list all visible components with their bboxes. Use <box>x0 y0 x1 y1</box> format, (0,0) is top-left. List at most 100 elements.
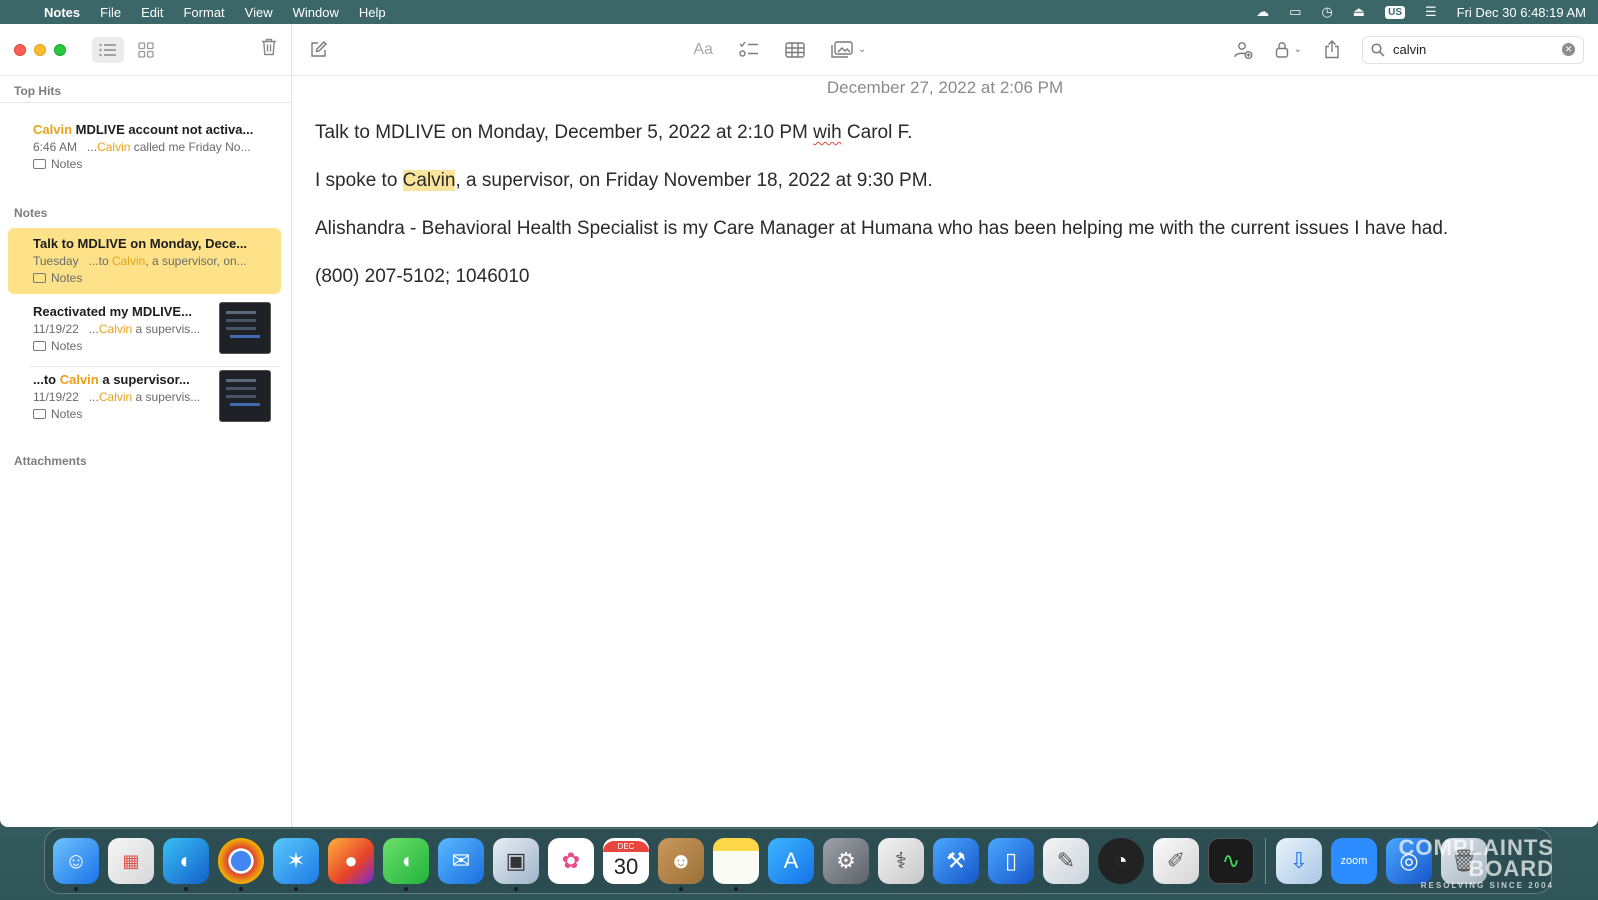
list-view-icon <box>99 43 116 56</box>
collaborate-button[interactable] <box>1233 41 1253 59</box>
new-note-button[interactable] <box>310 41 327 58</box>
display-icon[interactable]: ▭ <box>1289 4 1301 20</box>
eject-icon[interactable]: ⏏ <box>1353 4 1365 20</box>
section-top-hits: Top Hits <box>14 84 62 98</box>
zoom-icon[interactable]: zoom <box>1331 838 1377 884</box>
note-title: ...to Calvin a supervisor... <box>33 372 203 387</box>
search-field[interactable]: ✕ <box>1361 35 1584 64</box>
note-text: Carol F. <box>841 122 913 143</box>
close-window-button[interactable] <box>14 43 26 56</box>
messages-icon[interactable]: ◖ <box>383 838 429 891</box>
running-indicator <box>404 887 408 891</box>
time-machine-icon[interactable]: ◷ <box>1321 4 1332 20</box>
note-meta: 11/19/22 ...Calvin a supervis... <box>33 322 203 336</box>
menubar-clock[interactable]: Fri Dec 30 6:48:19 AM <box>1457 5 1586 20</box>
running-indicator <box>239 887 243 891</box>
xcode-icon[interactable]: ⚒ <box>933 838 979 884</box>
table-button[interactable] <box>785 41 805 58</box>
menu-window[interactable]: Window <box>293 5 339 20</box>
safari-icon[interactable]: ✶ <box>273 838 319 891</box>
notes-sidebar: Top Hits Calvin MDLIVE account not activ… <box>0 24 292 827</box>
chevron-down-icon: ⌄ <box>1293 44 1302 55</box>
note-editor: Aa ⌄ ⌄ calvin ✕ December 27, 2022 at 2:0… <box>292 24 1598 827</box>
note-folder: Notes <box>33 271 271 285</box>
menu-help[interactable]: Help <box>359 5 386 20</box>
minimize-window-button[interactable] <box>34 43 46 56</box>
running-indicator <box>734 887 738 891</box>
simulator-icon[interactable]: ▯ <box>988 838 1034 884</box>
media-button[interactable]: ⌄ <box>831 41 866 58</box>
gallery-view-icon <box>138 41 154 58</box>
section-divider <box>0 102 292 103</box>
note-item[interactable]: ...to Calvin a supervisor... 11/19/22 ..… <box>8 364 281 428</box>
menu-view[interactable]: View <box>245 5 273 20</box>
menu-edit[interactable]: Edit <box>141 5 163 20</box>
compose-icon <box>311 41 327 57</box>
share-button[interactable] <box>1324 40 1340 59</box>
photos-icon[interactable]: ✿ <box>548 838 594 884</box>
finder-icon[interactable]: ☺ <box>53 838 99 891</box>
format-text-button[interactable]: Aa <box>693 41 713 59</box>
app-store-icon[interactable]: A <box>768 838 814 884</box>
top-hit-item[interactable]: Calvin MDLIVE account not activa... 6:46… <box>8 114 281 179</box>
note-folder: Notes <box>33 157 271 171</box>
checklist-icon <box>739 41 758 57</box>
edge-icon[interactable]: ◐ <box>163 838 209 891</box>
folder-label: Notes <box>51 407 83 421</box>
clear-search-icon[interactable]: ✕ <box>1561 43 1575 56</box>
preview-icon[interactable]: ▣ <box>493 838 539 891</box>
note-title-text: MDLIVE account not activa... <box>72 122 254 137</box>
contacts-icon[interactable]: ☻ <box>658 838 704 891</box>
delete-note-button[interactable] <box>261 38 277 61</box>
chrome-icon[interactable] <box>218 838 264 891</box>
calendar-month: DEC <box>603 840 649 852</box>
note-title-text: a supervisor... <box>98 372 190 387</box>
notes-window: Top Hits Calvin MDLIVE account not activ… <box>0 24 1598 827</box>
running-indicator <box>294 887 298 891</box>
note-item[interactable]: Reactivated my MDLIVE... 11/19/22 ...Cal… <box>8 296 281 360</box>
control-center-icon[interactable]: ☰ <box>1425 4 1437 20</box>
format-tools: Aa ⌄ <box>693 41 866 59</box>
menu-format[interactable]: Format <box>183 5 224 20</box>
folder-icon <box>33 341 46 351</box>
activity-monitor-icon[interactable]: ∿ <box>1208 838 1254 884</box>
notes-app-icon[interactable] <box>713 838 759 891</box>
note-text: I spoke to <box>315 170 403 191</box>
script-editor-icon[interactable]: ✐ <box>1153 838 1199 884</box>
calendar-icon[interactable]: DEC 30 <box>603 838 649 884</box>
menu-app-name[interactable]: Notes <box>44 5 80 20</box>
checklist-button[interactable] <box>739 41 759 58</box>
gallery-view-button[interactable] <box>130 37 162 63</box>
snippet-text: a supervis... <box>132 322 201 336</box>
snippet-text: ... <box>88 390 99 404</box>
list-view-button[interactable] <box>92 36 124 63</box>
mail-icon[interactable]: ✉ <box>438 838 484 884</box>
downloads-folder-icon[interactable]: ⇩ <box>1276 838 1322 884</box>
folder-icon <box>33 159 46 169</box>
snippet-text: called me Friday No... <box>130 140 251 154</box>
note-thumbnail <box>219 302 271 354</box>
misspelled-word[interactable]: wih <box>813 122 842 143</box>
note-item-selected[interactable]: Talk to MDLIVE on Monday, Dece... Tuesda… <box>8 228 281 294</box>
note-meta: 11/19/22 ...Calvin a supervis... <box>33 390 203 404</box>
firefox-icon[interactable]: ● <box>328 838 374 884</box>
system-settings-icon[interactable]: ⚙ <box>823 838 869 884</box>
lock-button[interactable]: ⌄ <box>1275 41 1302 58</box>
note-line: I spoke to Calvin, a supervisor, on Frid… <box>315 170 1448 192</box>
launchpad-icon[interactable]: ▦ <box>108 838 154 884</box>
note-body[interactable]: Talk to MDLIVE on Monday, December 5, 20… <box>315 122 1448 314</box>
textedit-icon[interactable]: ✎ <box>1043 838 1089 884</box>
search-input[interactable] <box>1392 42 1554 57</box>
folder-icon <box>33 409 46 419</box>
menu-file[interactable]: File <box>100 5 121 20</box>
input-source-badge[interactable]: US <box>1385 5 1405 19</box>
snippet-text: ... <box>88 322 99 336</box>
zoom-window-button[interactable] <box>54 43 66 56</box>
section-attachments: Attachments <box>14 454 87 468</box>
clock-icon[interactable]: ◔ <box>1098 838 1144 884</box>
share-icon <box>1325 40 1339 59</box>
menu-bar: Notes File Edit Format View Window Help … <box>0 0 1598 24</box>
disk-utility-icon[interactable]: ⚕ <box>878 838 924 884</box>
cloud-sync-icon[interactable]: ☁ <box>1256 4 1269 20</box>
dock-separator <box>1265 838 1266 884</box>
